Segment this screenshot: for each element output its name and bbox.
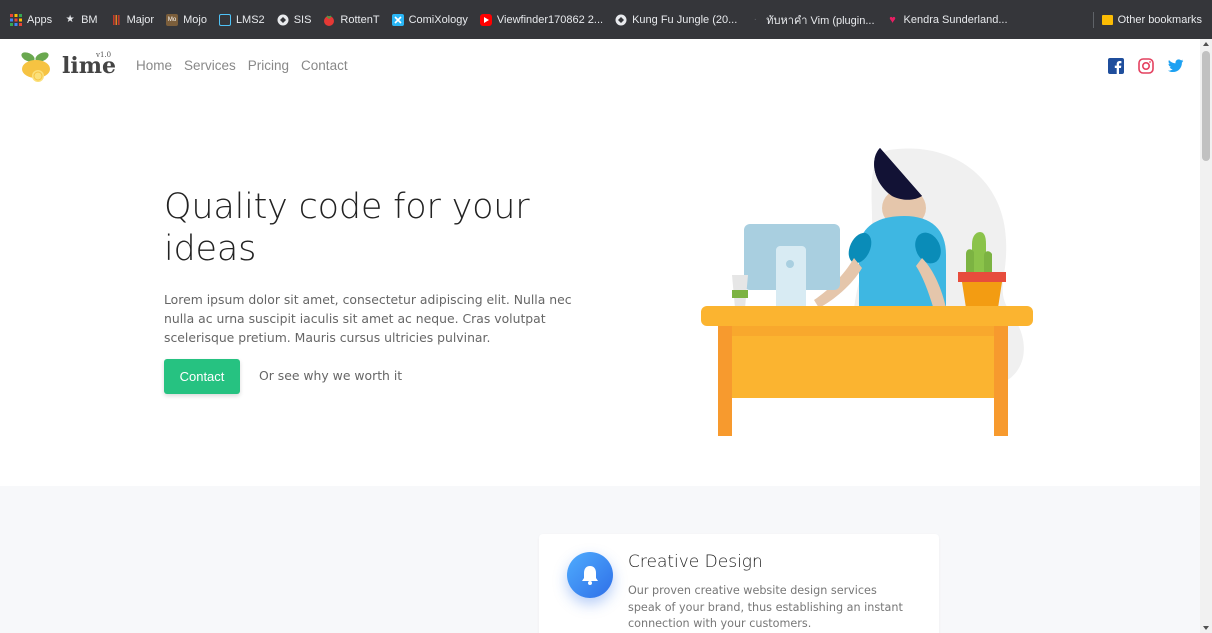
nav-pricing[interactable]: Pricing [248, 58, 289, 73]
bookmark-label: LMS2 [235, 13, 265, 26]
bookmark-lms2[interactable]: LMS2 [218, 10, 265, 30]
star-icon: ★ [65, 13, 75, 25]
logo[interactable]: lime v1.0 [18, 49, 118, 85]
bookmark-label: ComiXology [408, 13, 468, 26]
bookmark-label: Major [126, 13, 155, 26]
instagram-icon[interactable] [1138, 58, 1154, 74]
bookmark-viewfinder[interactable]: Viewfinder170862 2... [479, 10, 604, 30]
monitor-camera [786, 260, 794, 268]
bookmark-label: Kung Fu Jungle (20... [632, 13, 738, 26]
bookmark-label: Apps [27, 13, 53, 26]
bookmark-label: Kendra Sunderland... [903, 13, 1008, 26]
pot-rim [958, 272, 1006, 282]
feature-description: Our proven creative website design servi… [628, 584, 903, 630]
bookmark-rottent[interactable]: RottenT [323, 10, 380, 30]
bookmark-mojo[interactable]: Mo Mojo [166, 10, 207, 30]
bell-icon [582, 566, 598, 585]
scroll-up-arrow-icon[interactable] [1203, 42, 1209, 46]
nav-home[interactable]: Home [136, 58, 172, 73]
globe-icon [277, 14, 289, 26]
nav-services[interactable]: Services [184, 58, 236, 73]
plant-pot [962, 282, 1002, 308]
bookmark-label: BM [81, 13, 98, 26]
bookmark-other[interactable]: Other bookmarks [1101, 10, 1202, 30]
folder-icon [1101, 14, 1113, 25]
scroll-down-arrow-icon[interactable] [1203, 626, 1209, 630]
cactus-arm [966, 249, 974, 272]
bookmark-label: Mojo [183, 13, 207, 26]
lime-logo-icon [21, 52, 50, 82]
page-scrollbar[interactable] [1200, 39, 1212, 633]
bookmark-kendra[interactable]: ♥ Kendra Sunderland... [887, 10, 1008, 30]
desk-panel [732, 326, 994, 398]
bookmark-sis[interactable]: SIS [277, 10, 312, 30]
why-us-link[interactable]: Or see why we worth it [259, 368, 402, 383]
bookmark-vim[interactable]: · ทับหาคำ Vim (plugin... [749, 10, 875, 30]
desk-shadow [732, 326, 994, 336]
bookmark-label: Other bookmarks [1117, 13, 1202, 26]
facebook-icon[interactable] [1108, 58, 1124, 74]
nav-contact[interactable]: Contact [301, 58, 348, 73]
mojo-icon: Mo [166, 13, 179, 26]
bookmarks-bar: Apps ★ BM Major Mo Mojo LMS2 SIS RottenT… [0, 0, 1212, 39]
bookmark-apps[interactable]: Apps [10, 10, 52, 30]
cactus-arm [984, 251, 992, 272]
cup-band [732, 290, 748, 298]
scroll-thumb[interactable] [1202, 51, 1210, 161]
bookmark-major[interactable]: Major [110, 10, 155, 30]
bookmarks-right: Other bookmarks [1092, 0, 1202, 39]
social-links [1094, 58, 1184, 74]
heart-icon: ♥ [889, 13, 896, 26]
bookmark-label: Viewfinder170862 2... [496, 13, 604, 26]
tomato-icon [323, 14, 335, 26]
logo-version: v1.0 [96, 51, 112, 59]
bars-icon [110, 14, 122, 26]
comixology-icon [391, 13, 404, 26]
bookmark-label: SIS [293, 13, 312, 26]
navbar: lime v1.0 Home Services Pricing Contact [0, 39, 1200, 95]
apps-grid-icon [10, 13, 22, 26]
twitter-icon[interactable] [1168, 58, 1184, 74]
feature-card: Creative Design Our proven creative webs… [539, 534, 939, 633]
bookmark-kungfu[interactable]: Kung Fu Jungle (20... [615, 10, 737, 30]
monitor-stand [776, 246, 806, 308]
globe-icon [615, 14, 627, 26]
hero-description: Lorem ipsum dolor sit amet, consectetur … [164, 292, 572, 345]
nav-links: Home Services Pricing Contact [136, 58, 360, 73]
lms-icon [218, 13, 231, 26]
bookmark-label: ทับหาคำ Vim (plugin... [766, 14, 875, 27]
contact-button[interactable]: Contact [164, 359, 240, 394]
feature-title: Creative Design [628, 552, 763, 572]
bookmarks-divider [1092, 11, 1094, 28]
feature-icon-circle [567, 552, 613, 598]
youtube-icon [479, 13, 492, 26]
bookmark-label: RottenT [340, 13, 380, 26]
desk-top [701, 306, 1033, 326]
hero-illustration [701, 148, 1033, 436]
features-section: Creative Design Our proven creative webs… [0, 486, 1200, 633]
desk-leg-right [994, 326, 1008, 436]
desk-leg-left [718, 326, 732, 436]
dot-icon: · [753, 13, 757, 25]
bookmark-bm[interactable]: ★ BM [64, 10, 98, 30]
hero-title: Quality code for your ideas [164, 187, 530, 269]
bookmark-comixology[interactable]: ComiXology [391, 10, 468, 30]
cactus [972, 232, 986, 272]
